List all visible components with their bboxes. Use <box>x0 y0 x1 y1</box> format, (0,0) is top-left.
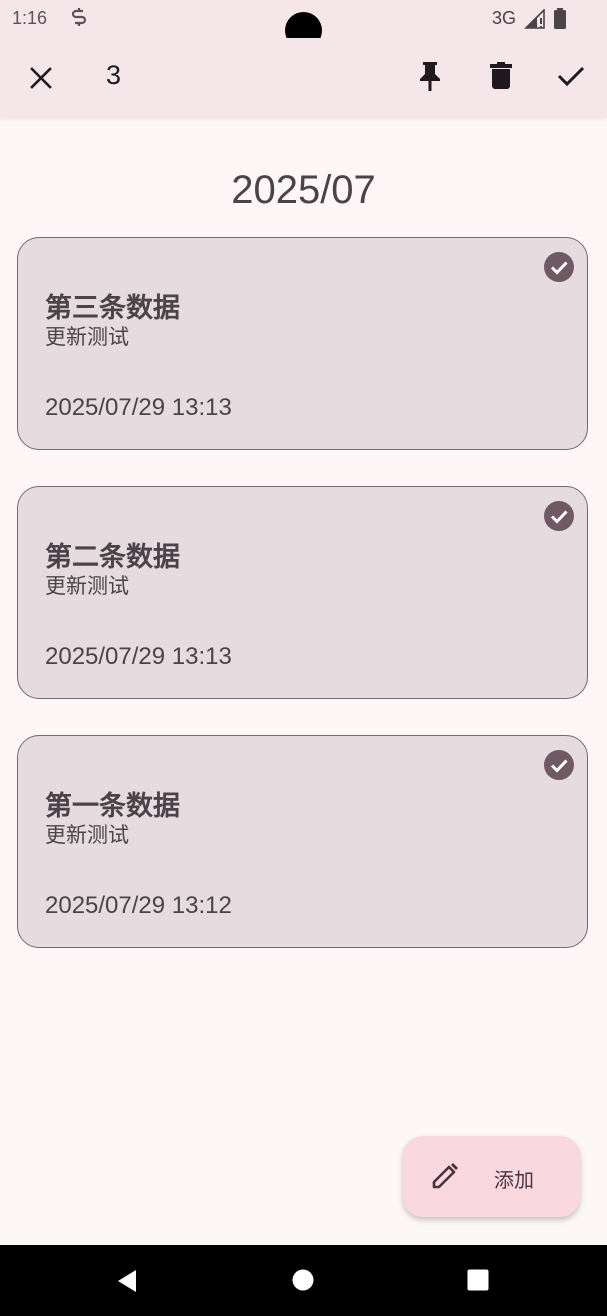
note-title: 第一条数据 <box>45 791 180 822</box>
pencil-icon <box>432 1163 458 1189</box>
selected-check-icon <box>544 501 574 531</box>
note-date: 2025/07/29 13:13 <box>45 643 232 670</box>
delete-icon <box>490 62 512 89</box>
confirm-button[interactable] <box>547 52 595 100</box>
home-button[interactable] <box>292 1269 314 1295</box>
selected-check-icon <box>544 252 574 282</box>
selected-count: 3 <box>106 60 122 90</box>
recents-button[interactable] <box>467 1269 489 1295</box>
recents-icon <box>467 1269 489 1291</box>
note-date: 2025/07/29 13:13 <box>45 394 232 421</box>
delete-button[interactable] <box>477 52 525 100</box>
status-time: 1:16 <box>12 8 48 28</box>
add-note-button[interactable]: 添加 <box>403 1136 580 1217</box>
note-subtitle: 更新测试 <box>45 823 129 847</box>
back-icon <box>118 1270 136 1292</box>
status-bar: 1:16 3G <box>0 0 607 49</box>
note-subtitle: 更新测试 <box>45 325 129 349</box>
selection-action-bar: 3 <box>0 38 607 118</box>
selected-check-icon <box>544 750 574 780</box>
month-header: 2025/07 <box>231 168 376 212</box>
back-button[interactable] <box>116 1269 138 1297</box>
close-icon <box>30 67 52 89</box>
check-icon <box>557 66 585 87</box>
note-title: 第三条数据 <box>45 293 180 324</box>
battery-icon <box>553 8 567 34</box>
pin-icon <box>420 62 440 91</box>
note-date: 2025/07/29 13:12 <box>45 892 232 919</box>
network-type: 3G <box>492 8 517 28</box>
navigation-bar <box>0 1245 607 1316</box>
note-card[interactable]: 第二条数据 更新测试 2025/07/29 13:13 <box>17 486 588 699</box>
note-subtitle: 更新测试 <box>45 574 129 598</box>
sync-icon <box>70 7 88 31</box>
home-icon <box>292 1269 314 1291</box>
note-title: 第二条数据 <box>45 542 180 573</box>
note-card[interactable]: 第三条数据 更新测试 2025/07/29 13:13 <box>17 237 588 450</box>
fab-label: 添加 <box>494 1168 534 1192</box>
pin-button[interactable] <box>406 52 454 100</box>
note-card[interactable]: 第一条数据 更新测试 2025/07/29 13:12 <box>17 735 588 948</box>
close-selection-button[interactable] <box>17 54 65 102</box>
signal-icon <box>524 8 546 33</box>
